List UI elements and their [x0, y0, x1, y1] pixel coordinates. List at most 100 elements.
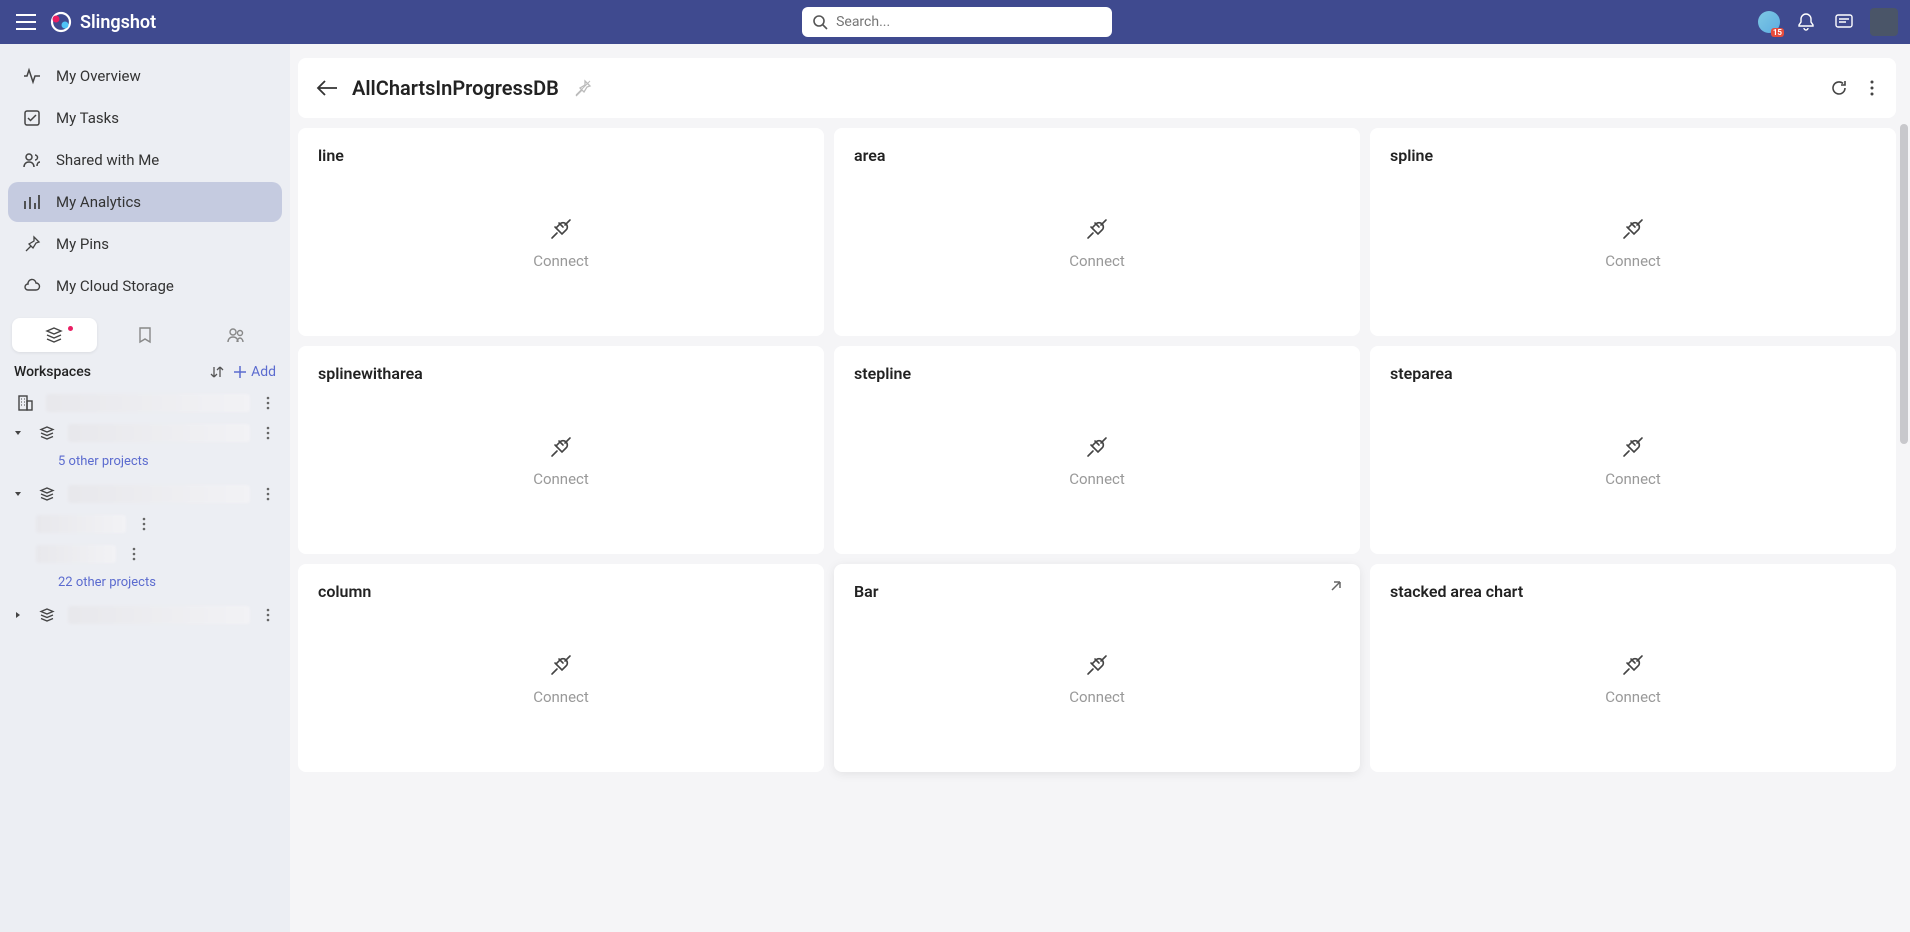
tab-bookmarks[interactable] [103, 318, 188, 352]
card-body: Connect [1390, 165, 1876, 318]
workspace-subitem[interactable] [6, 509, 284, 539]
plug-icon [1618, 432, 1648, 462]
chart-card[interactable]: stacked area chart Connect [1370, 564, 1896, 772]
chart-card[interactable]: spline Connect [1370, 128, 1896, 336]
connect-label[interactable]: Connect [1605, 470, 1661, 488]
workspace-tabs [0, 308, 290, 358]
search-wrap [166, 7, 1748, 37]
sidebar-item-analytics[interactable]: My Analytics [8, 182, 282, 222]
plug-icon [1618, 214, 1648, 244]
search-icon [812, 14, 828, 30]
search-input[interactable] [836, 14, 1102, 30]
profile-square[interactable] [1870, 8, 1898, 36]
hamburger-menu-icon[interactable] [12, 8, 40, 36]
redacted-label [46, 394, 250, 412]
building-icon [14, 394, 36, 412]
sidebar-item-shared[interactable]: Shared with Me [8, 140, 282, 180]
workspace-item-group3[interactable] [6, 600, 284, 630]
redacted-label [68, 424, 250, 442]
workspace-item-group2[interactable] [6, 479, 284, 509]
card-title: area [854, 146, 1340, 165]
connect-label[interactable]: Connect [1069, 688, 1125, 706]
card-body: Connect [854, 165, 1340, 318]
nav-label: My Cloud Storage [56, 277, 174, 295]
more-vertical-icon[interactable] [1866, 76, 1878, 100]
page-title: AllChartsInProgressDB [352, 76, 559, 100]
other-projects-link[interactable]: 5 other projects [6, 448, 284, 479]
more-icon[interactable] [260, 485, 276, 503]
cloud-icon [22, 276, 42, 296]
search-box[interactable] [802, 7, 1112, 37]
connect-label[interactable]: Connect [1605, 252, 1661, 270]
sidebar-item-overview[interactable]: My Overview [8, 56, 282, 96]
sidebar-item-tasks[interactable]: My Tasks [8, 98, 282, 138]
layers-icon [36, 607, 58, 623]
page-header: AllChartsInProgressDB [298, 58, 1896, 118]
connect-label[interactable]: Connect [533, 470, 589, 488]
refresh-icon[interactable] [1826, 75, 1852, 101]
redacted-label [36, 545, 116, 563]
card-body: Connect [854, 601, 1340, 754]
caret-right-icon[interactable] [14, 611, 26, 619]
bell-icon[interactable] [1794, 10, 1818, 34]
chat-icon[interactable] [1832, 10, 1856, 34]
chart-card[interactable]: BarConnect [834, 564, 1360, 772]
nav-label: My Pins [56, 235, 109, 253]
chart-card[interactable]: column Connect [298, 564, 824, 772]
card-title: stepline [854, 364, 1340, 383]
chart-card[interactable]: stepareaConnect [1370, 346, 1896, 554]
caret-down-icon[interactable] [14, 429, 26, 437]
card-title: stacked area chart [1390, 582, 1876, 601]
nav-label: Shared with Me [56, 151, 159, 169]
other-projects-link[interactable]: 22 other projects [6, 569, 284, 600]
connect-label[interactable]: Connect [533, 688, 589, 706]
chart-card[interactable]: lineConnect [298, 128, 824, 336]
add-workspace-button[interactable]: Add [233, 364, 276, 380]
card-title: column [318, 582, 804, 601]
cards-grid: lineConnectareaConnectsplineConnectsplin… [298, 128, 1896, 772]
tab-members[interactable] [193, 318, 278, 352]
caret-down-icon[interactable] [14, 490, 26, 498]
avatar-badge: 15 [1771, 28, 1784, 37]
plug-icon [546, 214, 576, 244]
more-icon[interactable] [260, 394, 276, 412]
chart-card[interactable]: splinewithareaConnect [298, 346, 824, 554]
plug-icon [546, 650, 576, 680]
sidebar-item-pins[interactable]: My Pins [8, 224, 282, 264]
expand-icon[interactable] [1328, 580, 1342, 594]
brand-logo[interactable]: Slingshot [50, 11, 156, 33]
connect-label[interactable]: Connect [1069, 252, 1125, 270]
connect-label[interactable]: Connect [1069, 470, 1125, 488]
workspace-subitem[interactable] [6, 539, 284, 569]
more-icon[interactable] [126, 545, 142, 563]
nav-label: My Overview [56, 67, 141, 85]
tab-layers[interactable] [12, 318, 97, 352]
chart-card[interactable]: stepline Connect [834, 346, 1360, 554]
card-title: spline [1390, 146, 1876, 165]
sort-icon[interactable] [209, 364, 225, 380]
workspace-item-org[interactable] [6, 388, 284, 418]
connect-label[interactable]: Connect [533, 252, 589, 270]
more-icon[interactable] [260, 424, 276, 442]
redacted-label [68, 485, 250, 503]
more-icon[interactable] [260, 606, 276, 624]
workspace-item-group1[interactable] [6, 418, 284, 448]
people-icon [22, 150, 42, 170]
scrollbar[interactable] [1900, 124, 1908, 444]
card-body: Connect [318, 165, 804, 318]
topbar-right: 15 [1758, 8, 1898, 36]
chart-card[interactable]: area Connect [834, 128, 1360, 336]
more-icon[interactable] [136, 515, 152, 533]
connect-label[interactable]: Connect [1605, 688, 1661, 706]
pin-outline-icon[interactable] [573, 78, 593, 98]
avatar[interactable]: 15 [1758, 11, 1780, 33]
nav-label: My Analytics [56, 193, 141, 211]
nav-label: My Tasks [56, 109, 119, 127]
plug-icon [1082, 432, 1112, 462]
sidebar-item-cloud[interactable]: My Cloud Storage [8, 266, 282, 306]
back-arrow-icon[interactable] [316, 79, 338, 97]
add-label: Add [251, 364, 276, 380]
topbar: Slingshot 15 [0, 0, 1910, 44]
card-body: Connect [1390, 601, 1876, 754]
workspaces-header: Workspaces Add [0, 358, 290, 386]
